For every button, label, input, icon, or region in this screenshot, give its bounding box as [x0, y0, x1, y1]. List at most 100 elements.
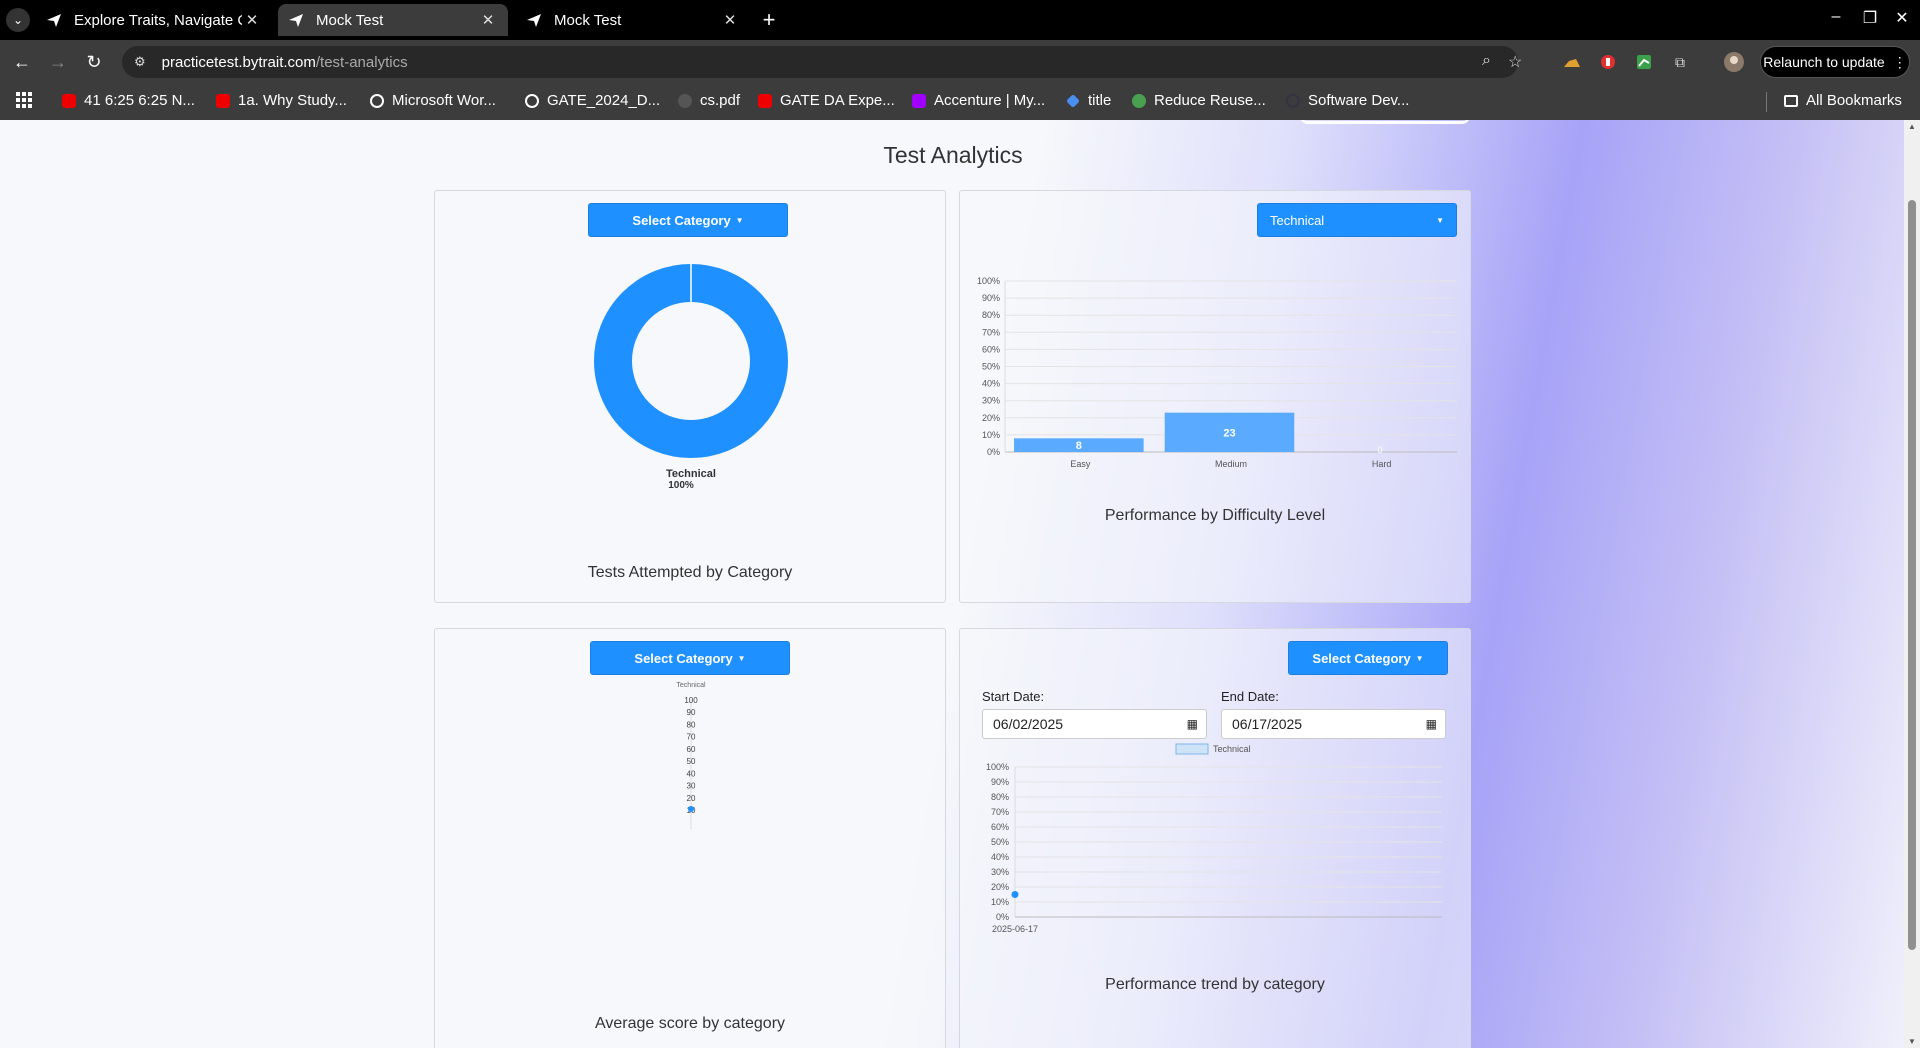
r-tick-label: 20: [687, 794, 696, 803]
tab-search-button[interactable]: ⌄: [6, 8, 30, 32]
page-scrollbar[interactable]: ▲ ▼: [1904, 120, 1920, 1048]
bookmark-item[interactable]: cs.pdf: [678, 92, 740, 109]
arrow-left-icon: ←: [13, 51, 31, 72]
restore-button[interactable]: ❐: [1858, 8, 1882, 28]
bookmark-label: title: [1088, 92, 1112, 109]
bytrait-favicon-icon: [46, 12, 62, 28]
legend-label: Technical: [1213, 744, 1251, 754]
bookmark-item[interactable]: title: [1066, 92, 1111, 109]
doughnut-slice: [594, 264, 788, 458]
y-tick-label: 30%: [991, 867, 1009, 877]
y-tick-label: 40%: [982, 379, 1000, 389]
back-button[interactable]: ←: [10, 50, 34, 74]
r-tick-label: 100: [684, 696, 698, 705]
close-tab-icon[interactable]: ✕: [242, 11, 262, 29]
address-bar[interactable]: ⚙ practicetest.bytrait.com/test-analytic…: [122, 46, 1522, 78]
select-category-button[interactable]: Select Category ▼: [588, 203, 788, 237]
radar-point: [688, 806, 694, 812]
scrollbar-thumb[interactable]: [1908, 200, 1916, 950]
close-icon: ✕: [1895, 10, 1909, 27]
bookmark-item[interactable]: Microsoft Wor...: [370, 92, 496, 109]
chart-caption: Performance trend by category: [1105, 976, 1325, 993]
extension-icon[interactable]: [1562, 52, 1582, 72]
y-tick-label: 60%: [982, 344, 1000, 354]
r-tick-label: 60: [687, 745, 696, 754]
y-tick-label: 70%: [991, 807, 1009, 817]
y-tick-label: 50%: [991, 837, 1009, 847]
x-tick-label: 2025-06-17: [992, 924, 1038, 934]
select-category-button[interactable]: Select Category ▼: [1288, 641, 1448, 675]
zoom-icon[interactable]: ⌕: [1482, 52, 1491, 70]
button-label: Select Category: [632, 212, 731, 228]
radar-chart: Technical102030405060708090100: [676, 682, 706, 829]
reload-button[interactable]: ↻: [82, 50, 106, 74]
accenture-icon: [912, 93, 926, 108]
y-tick-label: 40%: [991, 852, 1009, 862]
globe-icon: [370, 93, 384, 108]
start-date-input[interactable]: 06/02/2025 ▦: [982, 709, 1207, 739]
dropdown-value: Technical: [1270, 212, 1325, 228]
tab-strip: ⌄ Explore Traits, Navigate C ✕ Mock Test…: [0, 0, 1920, 40]
extension-green-icon[interactable]: [1634, 52, 1654, 72]
forward-button[interactable]: →: [46, 50, 70, 74]
folder-icon: [1784, 94, 1798, 107]
apps-icon[interactable]: [16, 92, 32, 108]
chart-caption: Performance by Difficulty Level: [1104, 507, 1326, 524]
extension-red-icon[interactable]: [1598, 52, 1618, 72]
site-info-icon[interactable]: ⚙: [134, 54, 146, 70]
relaunch-label: Relaunch to update: [1763, 54, 1885, 70]
tab-mock-test[interactable]: Mock Test ✕: [516, 4, 750, 36]
y-tick-label: 10%: [982, 430, 1000, 440]
profile-avatar-icon[interactable]: [1724, 52, 1744, 72]
tab-explore-traits[interactable]: Explore Traits, Navigate C ✕: [36, 4, 272, 36]
y-tick-label: 100%: [977, 276, 1000, 286]
new-tab-button[interactable]: +: [757, 6, 781, 34]
performance-trend-card: Select Category ▼ Start Date: 06/02/2025 ▦…: [959, 628, 1471, 1048]
r-tick-label: 70: [687, 733, 696, 742]
y-tick-label: 30%: [982, 396, 1000, 406]
close-window-button[interactable]: ✕: [1890, 8, 1914, 28]
bookmark-label: Microsoft Wor...: [392, 92, 496, 109]
bookmark-label: Software Dev...: [1308, 92, 1410, 109]
bookmark-item[interactable]: Accenture | My...: [912, 92, 1045, 109]
line-chart: Technical 0% 10% 20% 30% 40% 50% 60% 70% 80% 90% 10…: [986, 743, 1442, 934]
relaunch-to-update-button[interactable]: Relaunch to update ⋮: [1760, 46, 1910, 78]
close-tab-icon[interactable]: ✕: [720, 11, 740, 29]
r-tick-label: 50: [687, 757, 696, 766]
calendar-icon[interactable]: ▦: [1426, 717, 1437, 731]
diamond-icon: [1066, 93, 1080, 108]
calendar-icon[interactable]: ▦: [1187, 717, 1198, 731]
close-tab-icon[interactable]: ✕: [478, 11, 498, 29]
r-tick-label: 80: [687, 720, 696, 729]
y-tick-label: 90%: [991, 777, 1009, 787]
end-date-value: 06/17/2025: [1232, 716, 1303, 732]
minimize-button[interactable]: –: [1824, 8, 1848, 26]
all-bookmarks-button[interactable]: All Bookmarks: [1784, 92, 1902, 109]
extensions-puzzle-icon[interactable]: ⧉: [1670, 52, 1690, 72]
legend-swatch: [1175, 743, 1209, 755]
end-date-input[interactable]: 06/17/2025 ▦: [1221, 709, 1446, 739]
page-content: Test Analytics Select Category ▼ Technica…: [0, 120, 1920, 1048]
minimize-icon: –: [1831, 8, 1841, 25]
data-point: [1011, 891, 1019, 898]
bookmark-item[interactable]: GATE DA Expe...: [758, 92, 895, 109]
scroll-up-icon[interactable]: ▲: [1908, 122, 1916, 131]
bookmark-item[interactable]: Software Dev...: [1286, 92, 1409, 109]
bookmark-label: Accenture | My...: [934, 92, 1046, 109]
bookmark-item[interactable]: 41 6:25 6:25 N...: [62, 92, 195, 109]
x-tick-label: Hard: [1372, 459, 1392, 469]
y-tick-label: 10%: [991, 897, 1009, 907]
bookmark-item[interactable]: GATE_2024_D...: [525, 92, 660, 109]
tab-mock-test-active[interactable]: Mock Test ✕: [278, 4, 508, 36]
address-path: /test-analytics: [315, 53, 408, 71]
youtube-icon: [216, 93, 230, 108]
scroll-down-icon[interactable]: ▼: [1908, 1037, 1916, 1046]
bookmark-item[interactable]: Reduce Reuse...: [1132, 92, 1266, 109]
category-dropdown[interactable]: Technical ▼: [1257, 203, 1457, 237]
select-category-button[interactable]: Select Category ▼: [590, 641, 790, 675]
bookmark-star-icon[interactable]: ☆: [1508, 52, 1522, 72]
y-tick-label: 0%: [987, 447, 1000, 457]
globe-icon: [525, 93, 539, 108]
caret-down-icon: ▼: [735, 215, 744, 225]
bookmark-item[interactable]: 1a. Why Study...: [216, 92, 347, 109]
